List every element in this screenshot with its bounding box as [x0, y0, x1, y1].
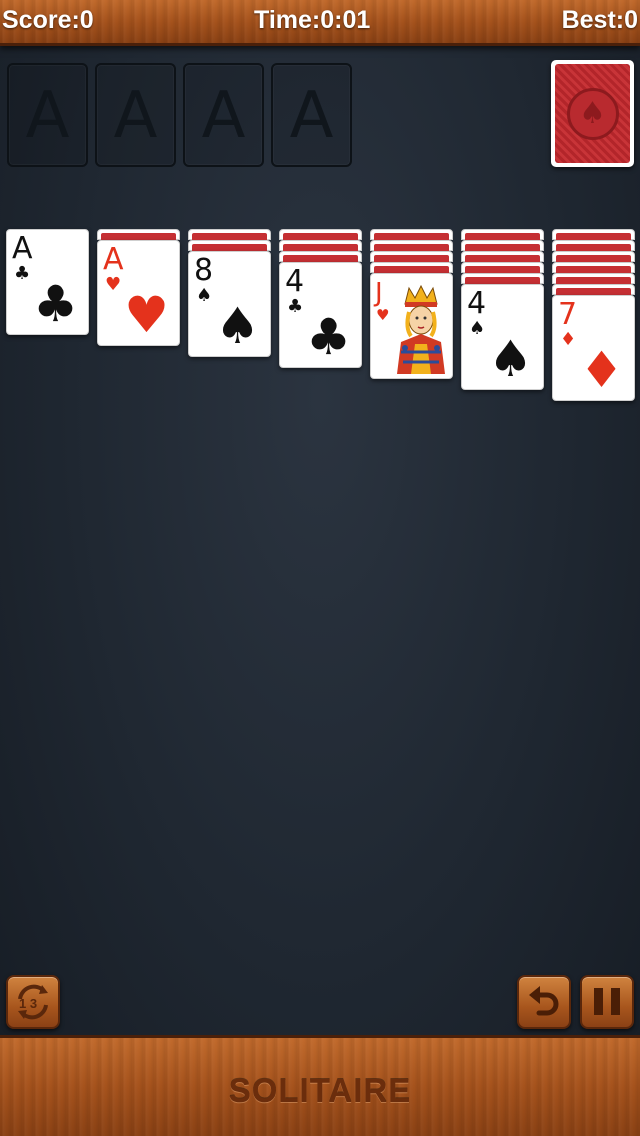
face-down-card: [279, 240, 362, 252]
face-down-card: [461, 240, 544, 252]
stock-pile[interactable]: ♠: [551, 60, 634, 167]
card-suit-large: ♣: [33, 275, 78, 333]
card-rank: 7: [558, 297, 578, 332]
tableau-column-2[interactable]: A ♥ ♥: [97, 229, 180, 346]
foundation-placeholder: A: [289, 79, 334, 153]
face-down-card: [279, 251, 362, 263]
card-suit-small: ♥: [376, 306, 390, 324]
spade-icon: ♠: [579, 95, 606, 131]
time-label: Time:0:01: [254, 6, 371, 34]
card-suit-large: ♠: [488, 330, 533, 388]
game-title: SOLITAIRE: [228, 1072, 412, 1109]
tableau-column-4[interactable]: 4 ♣ ♣: [279, 229, 362, 368]
face-down-card: [461, 273, 544, 285]
tableau-column-1[interactable]: A ♣ ♣: [6, 229, 89, 335]
foundation-slot-3[interactable]: A: [183, 63, 264, 167]
tableau-column-7[interactable]: 7 ♦ ♦: [552, 229, 635, 401]
foundation-placeholder: A: [201, 79, 246, 153]
tableau-column-5[interactable]: J ♥: [370, 229, 453, 379]
undo-button[interactable]: [517, 975, 571, 1029]
card-suit-small: ♦: [560, 329, 577, 350]
tableau-column-6[interactable]: 4 ♠ ♠: [461, 229, 544, 390]
card-suit-large: ♠: [215, 297, 260, 355]
card-rank: 4: [467, 286, 487, 321]
face-down-card: [552, 273, 635, 285]
score-label: Score:0: [2, 6, 94, 34]
face-down-card: [552, 240, 635, 252]
card-suit-small: ♠: [196, 285, 213, 306]
card-rank: A: [12, 231, 33, 266]
card-suit-small: ♣: [287, 296, 304, 317]
foundation-placeholder: A: [113, 79, 158, 153]
pause-button[interactable]: [580, 975, 634, 1029]
face-down-card: [552, 284, 635, 296]
playing-card[interactable]: J ♥: [370, 273, 453, 379]
card-suit-small: ♠: [469, 318, 486, 339]
best-score-label: Best:0: [561, 6, 638, 34]
foundation-slot-4[interactable]: A: [271, 63, 352, 167]
face-down-card: [188, 229, 271, 241]
tableau-column-3[interactable]: 8 ♠ ♠: [188, 229, 271, 357]
playing-card[interactable]: 8 ♠ ♠: [188, 251, 271, 357]
undo-icon: [529, 986, 559, 1016]
card-rank: 8: [194, 253, 214, 288]
foundation-slot-2[interactable]: A: [95, 63, 176, 167]
card-suit-large: ♦: [579, 341, 624, 399]
card-rank: A: [103, 242, 124, 277]
card-suit-large: ♣: [306, 308, 351, 366]
foundation-placeholder: A: [25, 79, 70, 153]
deal-mode-text: 1 3: [19, 996, 37, 1011]
face-down-card: [461, 251, 544, 263]
face-down-card: [370, 251, 453, 263]
card-back-emblem: ♠: [566, 87, 619, 140]
card-back: ♠: [555, 64, 630, 163]
card-rank: 4: [285, 264, 305, 299]
card-suit-small: ♥: [105, 274, 122, 295]
playing-card[interactable]: 4 ♣ ♣: [279, 262, 362, 368]
playing-card[interactable]: 4 ♠ ♠: [461, 284, 544, 390]
footer-bar: SOLITAIRE: [0, 1035, 640, 1136]
deal-mode-button[interactable]: 1 3: [6, 975, 60, 1029]
face-down-card: [461, 229, 544, 241]
jack-portrait-icon: [391, 282, 451, 374]
face-down-card: [279, 229, 362, 241]
face-down-card: [97, 229, 180, 241]
face-down-card: [188, 240, 271, 252]
card-suit-small: ♣: [14, 263, 31, 284]
playing-card[interactable]: A ♣ ♣: [6, 229, 89, 335]
face-down-card: [370, 240, 453, 252]
face-down-card: [370, 262, 453, 274]
face-down-card: [552, 251, 635, 263]
pause-icon: [594, 988, 620, 1015]
card-suit-large: ♥: [124, 286, 169, 344]
face-down-card: [370, 229, 453, 241]
face-down-card: [461, 262, 544, 274]
foundation-slot-1[interactable]: A: [7, 63, 88, 167]
face-down-card: [552, 262, 635, 274]
card-rank: J: [375, 278, 383, 308]
face-down-card: [552, 229, 635, 241]
playing-card[interactable]: A ♥ ♥: [97, 240, 180, 346]
cycle-icon: 1 3: [18, 984, 48, 1020]
playing-card[interactable]: 7 ♦ ♦: [552, 295, 635, 401]
top-bar: Score:0 Time:0:01 Best:0: [0, 0, 640, 46]
